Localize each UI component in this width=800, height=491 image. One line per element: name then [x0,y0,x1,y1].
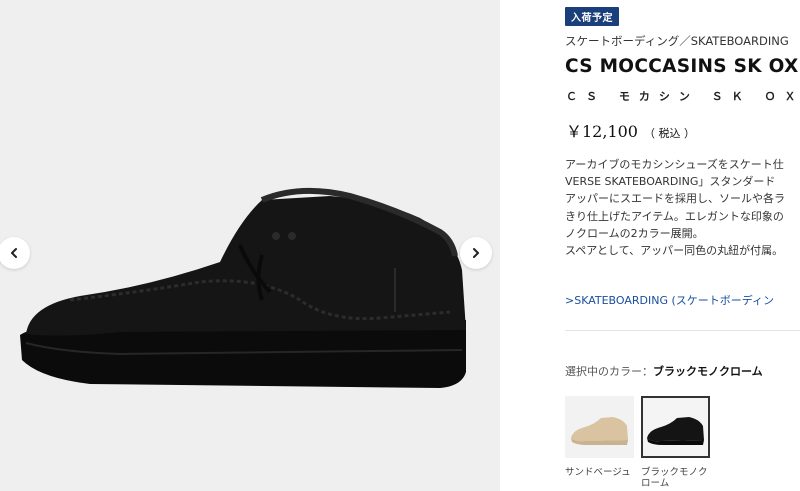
swatch-label: ブラックモノクローム [641,467,708,489]
swatch-shoe-image [571,417,628,445]
chevron-left-icon [11,248,17,258]
price-tax-note: （ 税込 ） [644,127,695,140]
product-description: アーカイブのモカシンシューズをスケート仕 VERSE SKATEBOARDING… [565,156,800,259]
section-divider [565,330,800,331]
product-image-gallery [0,0,500,491]
selected-color-value: ブラックモノクローム [653,365,763,378]
color-swatch-sand-beige[interactable] [565,396,634,458]
price-amount: ￥12,100 [566,122,638,141]
description-line: きり仕上げたアイテム。エレガントな印象の [565,209,784,223]
description-line: アーカイブのモカシンシューズをスケート仕 [565,158,784,171]
selected-color-label: 選択中のカラー： [565,365,653,378]
product-image [20,187,466,388]
product-category: スケートボーディング／SKATEBOARDING [565,34,789,48]
gallery-next-button[interactable] [460,237,492,269]
description-line: VERSE SKATEBOARDING」スタンダード [565,175,776,189]
swatch-label: サンドベージュ [565,467,631,478]
description-line: スペアとして、アッパー同色の丸紐が付属。 [565,244,784,258]
description-line: ノクロームの2カラー展開。 [565,226,704,240]
arrival-badge: 入荷予定 [565,7,619,26]
chevron-right-icon [473,248,479,258]
color-swatch-black-monochrome[interactable] [641,396,710,458]
product-subtitle: ＣＳ モカシン ＳＫ ＯＸ [566,90,800,103]
swatch-shoe-image [647,417,704,445]
description-line: アッパーにスエードを採用し、ソールや各ラ [565,192,785,206]
product-title: CS MOCCASINS SK OX [565,56,799,77]
selected-color: 選択中のカラー：ブラックモノクローム [565,363,763,379]
category-link[interactable]: >SKATEBOARDING (スケートボーディン [565,292,774,308]
product-price: ￥12,100 （ 税込 ） [566,118,695,142]
